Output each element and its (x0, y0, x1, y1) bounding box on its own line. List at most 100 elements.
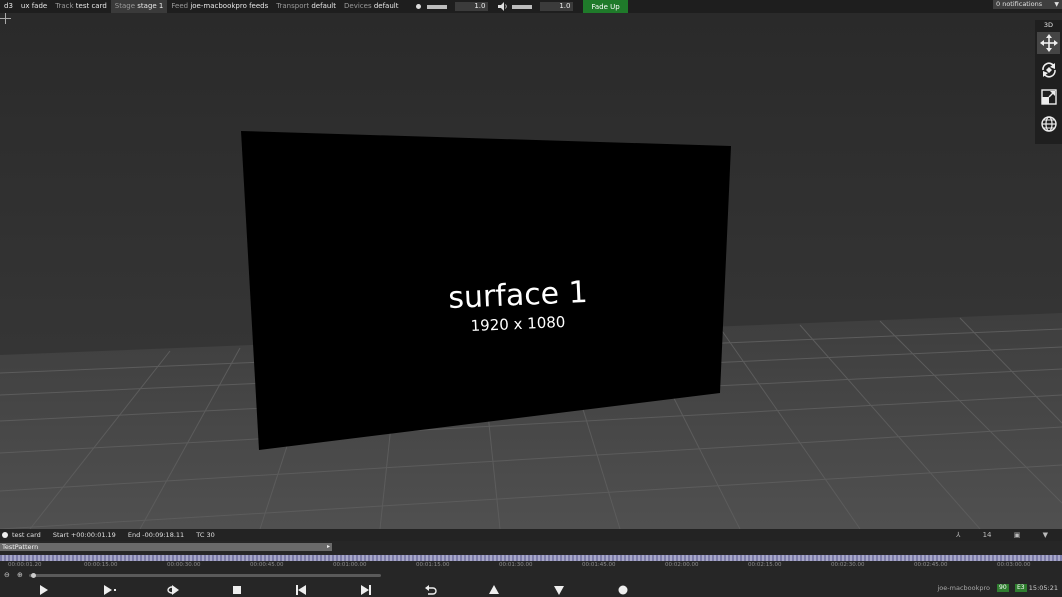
volume-field[interactable]: 1.0 (540, 2, 574, 11)
transport-value: default (311, 2, 336, 10)
notifications-text: 0 notifications (996, 0, 1043, 8)
timeline-header: test card Start +00:00:01.19 End -00:09:… (0, 529, 1062, 541)
skip-forward-icon (361, 585, 371, 595)
project-name[interactable]: ux fade (17, 0, 51, 13)
move-icon (1039, 34, 1058, 52)
ruler-tick: 00:01:45.00 (582, 562, 616, 568)
fps-badge: 90 (997, 584, 1009, 592)
loop-play-button[interactable] (165, 584, 181, 596)
timeline-track-name: test card (12, 531, 41, 539)
ruler-tick: 00:02:45.00 (914, 562, 948, 568)
notifications-dropdown-icon: ▼ (1054, 1, 1059, 8)
devices-value: default (373, 2, 399, 10)
timeline-start: Start +00:00:01.19 (52, 531, 116, 539)
zoom-row: ⊖ ⊕ (0, 571, 400, 580)
rotate-icon (1041, 62, 1056, 78)
lock-icon[interactable]: ▣ (1014, 531, 1021, 539)
track-label: Track (55, 2, 74, 10)
ruler-tick: 00:00:15.00 (84, 562, 118, 568)
transport-selector[interactable]: Transport default (272, 0, 340, 13)
globe-icon (1040, 116, 1057, 132)
ruler-tick: 00:02:00.00 (665, 562, 699, 568)
stop-button[interactable] (229, 584, 245, 596)
zoom-in-icon[interactable]: ⊕ (17, 571, 23, 579)
transport-label: Transport (276, 2, 310, 10)
fade-up-button[interactable]: Fade Up (583, 0, 628, 13)
layer-testpattern[interactable]: TestPattern ▸ (0, 543, 332, 551)
layer-name: TestPattern (2, 543, 39, 551)
notifications-button[interactable]: 0 notifications ▼ (993, 0, 1062, 9)
timeline-header-icons: ⅄ 14 ▣ ▼ (946, 529, 1058, 541)
ruler-tick: 00:01:00.00 (333, 562, 367, 568)
record-button[interactable] (615, 584, 631, 596)
system-clock: 15:05:21 (1028, 584, 1058, 592)
rotate-tool-button[interactable] (1037, 59, 1060, 81)
world-tool-button[interactable] (1037, 113, 1060, 135)
timeline-end: End -00:09:18.11 (127, 531, 185, 539)
track-selector[interactable]: Track test card (51, 0, 111, 13)
scene-render (0, 13, 1062, 529)
stop-icon (233, 586, 241, 594)
ruler-tick: 00:00:30.00 (167, 562, 201, 568)
play-to-end-button[interactable] (102, 584, 118, 596)
skip-back-icon (296, 585, 306, 595)
mode-label: 3D (1043, 21, 1054, 29)
scrollbar-handle[interactable] (31, 573, 36, 578)
stage-value: stage 1 (137, 2, 164, 10)
timeline-tc: TC 30 (196, 531, 215, 539)
scale-tool-button[interactable] (1037, 86, 1060, 108)
track-value: test card (75, 2, 107, 10)
feed-selector[interactable]: Feed joe-macbookpro feeds (167, 0, 272, 13)
timeline-track-strip[interactable] (0, 555, 1062, 561)
triangle-down-icon (554, 586, 564, 595)
collapse-icon[interactable]: ▼ (1043, 531, 1048, 539)
current-time: 00:00:01.20 (8, 562, 42, 568)
app-logo: d3 (4, 2, 13, 10)
ruler-tick: 00:01:15.00 (416, 562, 450, 568)
feed-label: Feed (171, 2, 189, 10)
stage-label: Stage (114, 2, 136, 10)
return-icon (425, 585, 437, 595)
ruler-tick: 00:03:00.00 (997, 562, 1031, 568)
metronome-icon[interactable]: ⅄ (956, 531, 960, 539)
stage-selector[interactable]: Stage stage 1 (110, 0, 168, 13)
scale-icon (1040, 89, 1057, 105)
3d-viewport[interactable]: surface 1 1920 x 1080 (0, 13, 1062, 529)
brightness-field[interactable]: 1.0 (455, 2, 489, 11)
feed-value: joe-macbookpro feeds (190, 2, 269, 10)
cursor-crosshair-icon (0, 13, 11, 24)
loop-icon (167, 585, 179, 595)
host-name: joe-macbookpro (937, 584, 991, 592)
brightness-icon (416, 4, 422, 9)
volume-icon (498, 2, 508, 11)
play-button[interactable] (36, 584, 52, 596)
ruler-tick: 00:01:30.00 (499, 562, 533, 568)
next-section-button[interactable] (551, 584, 567, 596)
timeline-scrollbar[interactable] (29, 574, 381, 577)
devices-selector[interactable]: Devices default (340, 0, 402, 13)
ruler-tick: 00:00:45.00 (250, 562, 284, 568)
devices-label: Devices (344, 2, 372, 10)
play-icon (40, 585, 48, 595)
clock-icon (2, 532, 8, 538)
transport-controls (0, 583, 1062, 597)
volume-slider[interactable] (512, 4, 533, 9)
timeline-counter: 14 (982, 531, 992, 539)
play-to-end-icon (104, 585, 116, 595)
next-button[interactable] (358, 584, 374, 596)
ruler-tick: 00:02:15.00 (748, 562, 782, 568)
status-badge: E3 (1015, 584, 1027, 592)
move-tool-button[interactable] (1037, 32, 1060, 54)
top-toolbar: d3 ux fade Track test card Stage stage 1… (0, 0, 1062, 13)
previous-section-button[interactable] (486, 584, 502, 596)
transform-tool-panel: 3D (1035, 20, 1062, 144)
time-ruler[interactable]: 00:00:01.20 00:00:15.00 00:00:30.00 00:0… (0, 562, 1062, 570)
layer-expand-icon[interactable]: ▸ (327, 543, 330, 551)
record-icon (618, 585, 628, 595)
ruler-tick: 00:02:30.00 (831, 562, 865, 568)
return-button[interactable] (423, 584, 439, 596)
previous-button[interactable] (293, 584, 309, 596)
triangle-up-icon (489, 585, 499, 594)
zoom-out-icon[interactable]: ⊖ (4, 571, 10, 579)
brightness-slider[interactable] (427, 4, 448, 9)
